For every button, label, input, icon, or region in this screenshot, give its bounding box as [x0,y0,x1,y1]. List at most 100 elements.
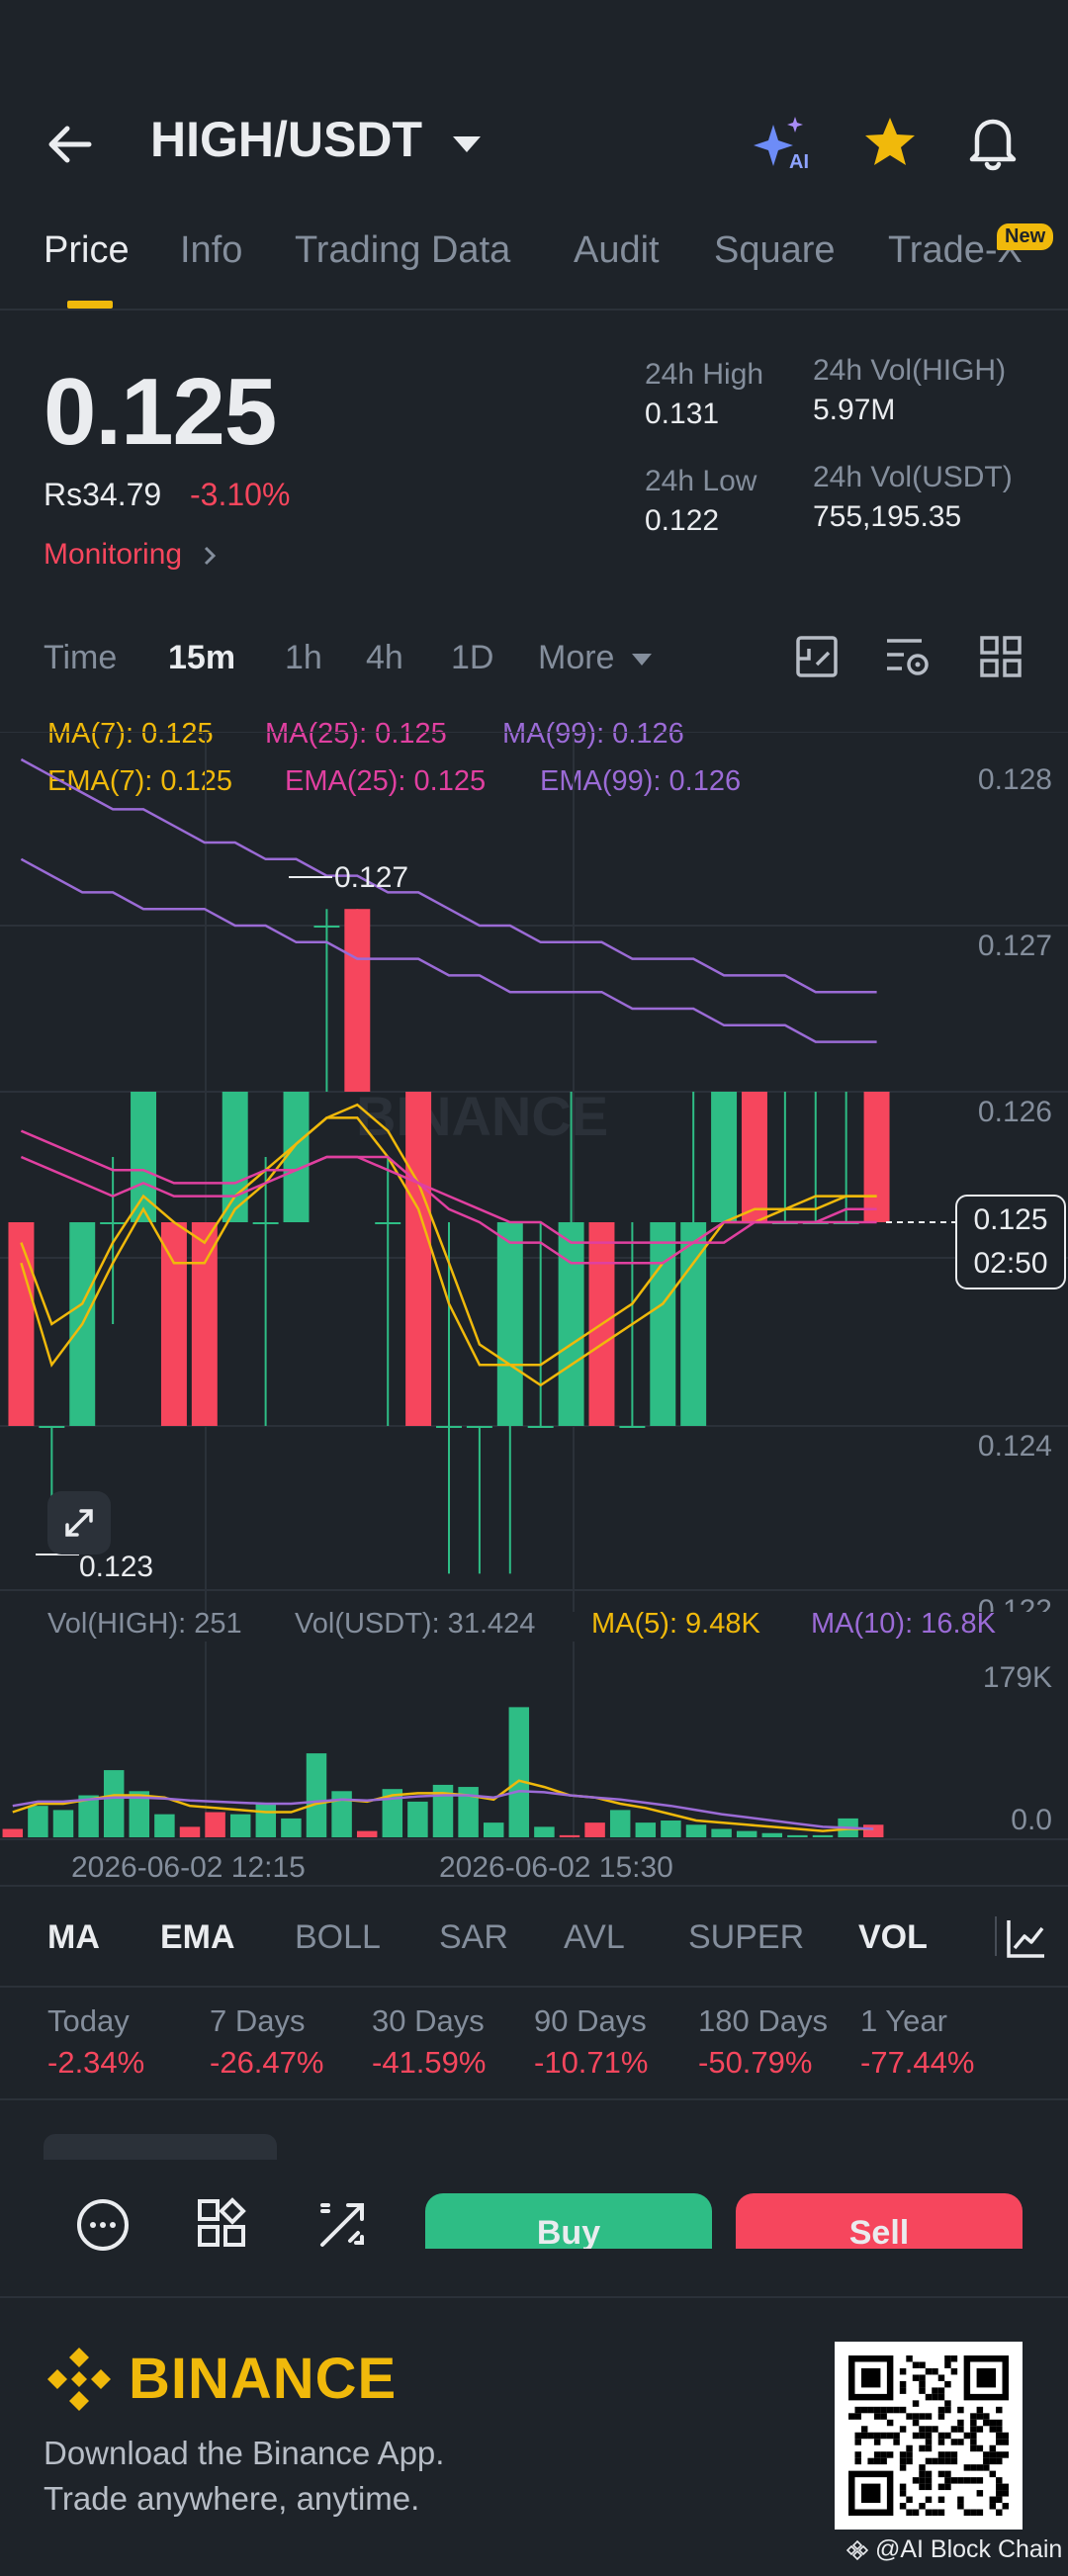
qr-module [906,2509,913,2516]
qr-module [944,2406,951,2414]
interval-time[interactable]: Time [44,639,117,677]
qr-module [983,2457,990,2465]
qr-module [944,2400,951,2407]
qr-module [873,2451,881,2458]
interval-15m[interactable]: 15m [168,639,235,677]
low-marker-label: 0.123 [79,1551,153,1583]
depth-chart-icon[interactable] [795,635,839,678]
qr-module [899,2457,907,2465]
interval-1d[interactable]: 1D [451,639,493,677]
qr-module [937,2374,945,2381]
ai-sparkle-icon[interactable]: AI [754,115,817,174]
qr-module [937,2451,945,2458]
chart-settings-icon[interactable] [884,635,932,678]
qr-module [989,2451,997,2458]
qr-module [932,2367,938,2375]
more-options-icon[interactable] [75,2197,131,2253]
indicator-sar[interactable]: SAR [439,1918,508,1957]
qr-module [925,2413,933,2420]
qr-module [976,2426,984,2433]
perf-label-1y: 1 Year [860,2003,947,2038]
interval-4h[interactable]: 4h [366,639,403,677]
layout-grid-icon[interactable] [979,635,1023,678]
credit-watermark: @AI Block Chain [846,2535,1062,2564]
tab-audit[interactable]: Audit [574,229,660,272]
qr-module [880,2413,887,2420]
download-qr-code[interactable] [835,2342,1023,2530]
qr-module [893,2406,900,2414]
trade-arrows-icon[interactable] [314,2197,370,2253]
qr-module [1002,2439,1009,2445]
volume-bar [508,1707,530,1837]
qr-module [906,2496,913,2504]
volume-bar [584,1822,605,1837]
fullscreen-button[interactable] [47,1491,111,1554]
volume-bar [559,1834,580,1837]
bell-icon[interactable] [965,113,1021,172]
indicator-avl[interactable]: AVL [564,1918,625,1957]
qr-module [932,2387,938,2394]
interval-more[interactable]: More [538,639,654,677]
monitoring-link[interactable]: Monitoring [44,538,218,572]
buy-button[interactable]: Buy [425,2193,712,2249]
current-price-tag: 0.125 02:50 [955,1195,1066,1289]
candle-body [39,1426,65,1428]
qr-module [957,2406,964,2414]
vol-quote-value: 755,195.35 [813,500,962,533]
tab-trading-data[interactable]: Trading Data [295,229,510,272]
qr-module [873,2432,881,2440]
tab-price[interactable]: Price [44,229,130,272]
qr-module [996,2432,1003,2440]
high-marker-label: 0.127 [334,861,408,894]
qr-module [976,2464,984,2471]
qr-module [976,2413,984,2420]
qr-module [899,2451,907,2458]
indicator-ma[interactable]: MA [47,1918,100,1957]
qr-module [919,2374,926,2381]
volume-bar [635,1822,657,1837]
candlestick-chart[interactable]: BINANCE 0.127 0.123 0.1280.1270.1260.124… [0,732,1068,1612]
indicator-ema[interactable]: EMA [160,1918,235,1957]
qr-module [996,2477,1003,2484]
qr-module [873,2457,881,2465]
indicator-chart-icon[interactable] [1005,1916,1048,1960]
indicator-separator [995,1916,997,1956]
chevron-down-icon[interactable] [451,133,483,156]
qr-module [932,2426,938,2433]
tab-info[interactable]: Info [180,229,242,272]
qr-module [950,2426,958,2433]
interval-1h[interactable]: 1h [285,639,322,677]
low-value: 0.122 [645,504,720,537]
qr-module [1002,2503,1009,2510]
indicator-vol[interactable]: VOL [858,1918,928,1957]
qr-module [970,2413,977,2420]
qr-module [989,2470,997,2478]
vol-base-value: 5.97M [813,394,896,426]
pair-title[interactable]: HIGH/USDT [150,111,422,168]
candle-body [160,1222,187,1426]
qr-module [950,2355,958,2362]
perf-label-today: Today [47,2003,130,2038]
widgets-icon[interactable] [196,2197,247,2249]
qr-module [944,2432,951,2440]
candle-body [466,1426,492,1428]
indicator-super[interactable]: SUPER [688,1918,804,1957]
volume-bar [229,1814,251,1837]
qr-module [899,2483,907,2491]
interval-more-label: More [538,639,615,676]
indicator-boll[interactable]: BOLL [295,1918,381,1957]
volume-chart[interactable]: 179K 0.0 2026-06-02 12:15 2026-06-02 15:3… [0,1642,1068,1889]
candle-body [741,1092,767,1222]
qr-module [912,2374,920,2381]
qr-module [957,2419,964,2427]
back-arrow-icon[interactable] [44,117,99,172]
qr-module [970,2444,977,2452]
sell-button[interactable]: Sell [736,2193,1023,2249]
volume-bar [255,1804,277,1837]
tab-square[interactable]: Square [714,229,836,272]
perf-value-7d: -26.47% [210,2045,324,2080]
qr-module [912,2477,920,2484]
favorite-star-icon[interactable] [862,115,918,170]
candle-body [527,1426,554,1428]
divider-performance-bottom [0,2098,1068,2100]
